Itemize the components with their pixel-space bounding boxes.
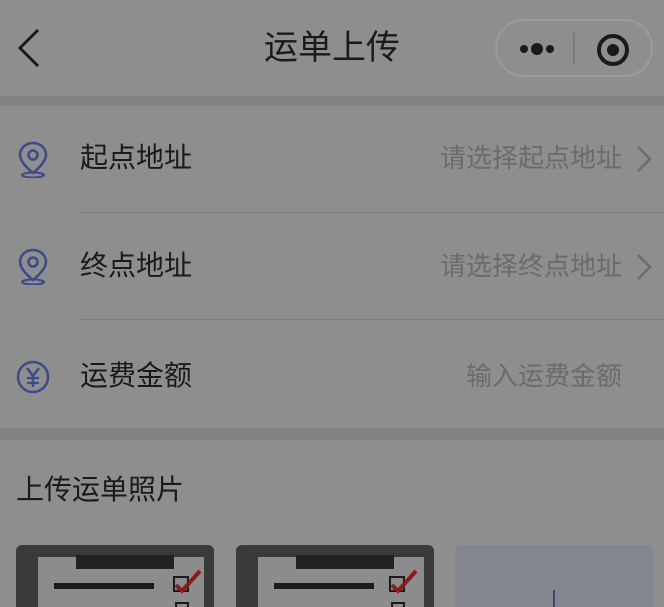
plus-icon	[553, 590, 555, 607]
freight-amount-row[interactable]: 运费金额 输入运费金额	[0, 320, 664, 427]
start-address-placeholder: 请选择起点地址	[439, 144, 622, 174]
section-separator	[0, 428, 664, 440]
yuan-circle-icon	[16, 358, 50, 396]
section-separator	[0, 96, 664, 106]
freight-amount-label: 运费金额	[80, 359, 193, 392]
waybill-photo-thumbnail[interactable]	[16, 545, 214, 607]
chevron-right-icon	[634, 251, 654, 283]
more-dots-icon[interactable]	[517, 31, 557, 67]
location-pin-icon	[16, 247, 50, 286]
end-address-label: 终点地址	[80, 249, 193, 282]
capsule-divider	[573, 33, 575, 65]
start-address-row[interactable]: 起点地址 请选择起点地址	[0, 106, 664, 213]
start-address-label: 起点地址	[80, 141, 193, 174]
photo-section-title: 上传运单照片	[16, 473, 185, 506]
target-circle-icon[interactable]	[595, 32, 631, 68]
location-pin-icon	[16, 140, 50, 179]
waybill-form: 起点地址 请选择起点地址 终点地址 请选择终点地址 运费金额 输入运费金额	[0, 106, 664, 428]
end-address-placeholder: 请选择终点地址	[439, 252, 622, 282]
freight-amount-input[interactable]: 输入运费金额	[466, 357, 622, 397]
end-address-row[interactable]: 终点地址 请选择终点地址	[0, 213, 664, 320]
waybill-photo-thumbnail[interactable]	[236, 545, 434, 607]
navigation-bar: 运单上传	[0, 0, 664, 96]
mini-program-capsule	[495, 19, 653, 77]
photo-upload-section: 上传运单照片	[0, 440, 664, 607]
chevron-right-icon	[634, 143, 654, 175]
add-photo-button[interactable]	[455, 545, 653, 607]
